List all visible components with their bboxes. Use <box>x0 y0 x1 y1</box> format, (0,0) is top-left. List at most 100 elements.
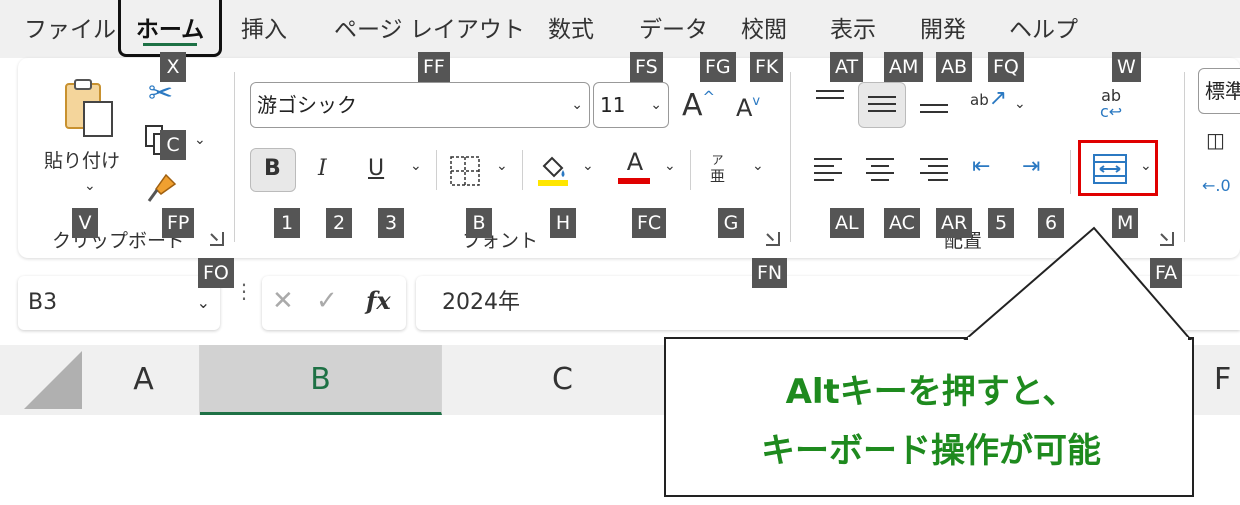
tab-view[interactable]: 表示 <box>830 10 876 44</box>
align-center-icon[interactable] <box>866 158 894 186</box>
tab-help[interactable]: ヘルプ <box>1009 10 1078 44</box>
keytip-cut: X <box>160 52 186 82</box>
group-separator <box>234 72 235 242</box>
keytip-grow-font: FG <box>700 52 736 82</box>
tab-file[interactable]: ファイル <box>24 10 116 44</box>
copy-dropdown-icon[interactable]: ⌄ <box>194 132 206 148</box>
keytip-increase-indent: 6 <box>1038 208 1064 238</box>
merge-center-highlight <box>1078 140 1158 196</box>
chevron-down-icon: ⌄ <box>650 97 662 113</box>
orientation-icon[interactable]: ab↗ <box>970 86 1007 111</box>
tab-review[interactable]: 校閲 <box>741 10 787 44</box>
column-header-c[interactable]: C <box>442 345 684 415</box>
keytip-font-size: FS <box>630 52 663 82</box>
name-box[interactable]: B3 ⌄ <box>18 276 220 330</box>
cancel-icon[interactable]: ✕ <box>272 286 294 316</box>
phonetic-top: ア <box>711 153 724 167</box>
border-icon[interactable] <box>448 154 482 188</box>
clipboard-launcher-icon[interactable] <box>210 232 224 246</box>
keytip-font-launcher: FN <box>752 258 788 288</box>
enter-icon[interactable]: ✓ <box>316 286 338 316</box>
orientation-dropdown-icon[interactable]: ⌄ <box>1014 96 1026 112</box>
fill-color-dropdown-icon[interactable]: ⌄ <box>582 158 594 174</box>
align-middle-icon <box>868 96 896 117</box>
keytip-clipboard-launcher: FO <box>198 258 234 288</box>
font-launcher-icon[interactable] <box>766 232 780 246</box>
keytip-font-color: FC <box>632 208 667 238</box>
keytip-font-name: FF <box>418 52 450 82</box>
keytip-phonetic: G <box>718 208 744 238</box>
keytip-orientation: FQ <box>988 52 1024 82</box>
group-separator <box>790 72 791 242</box>
alignment-launcher-icon[interactable] <box>1160 232 1174 246</box>
underline-button[interactable]: U <box>368 156 384 181</box>
tab-page-layout[interactable]: ページ レイアウト <box>334 10 525 44</box>
keytip-align-left: AL <box>830 208 864 238</box>
shrink-font-icon[interactable]: Av <box>736 94 760 122</box>
column-header-a[interactable]: A <box>88 345 200 415</box>
formula-input[interactable]: 2024年 <box>416 276 1240 330</box>
tab-insert[interactable]: 挿入 <box>241 10 287 44</box>
keytip-wrap-text: W <box>1112 52 1141 82</box>
button-separator <box>436 150 437 190</box>
chevron-down-icon: ⌄ <box>571 97 583 113</box>
more-options-icon[interactable]: ⋮ <box>234 281 254 301</box>
font-color-button[interactable]: A <box>618 148 652 186</box>
keytip-align-center: AC <box>884 208 920 238</box>
align-bottom-icon[interactable] <box>920 104 948 118</box>
keytip-align-middle: AM <box>884 52 924 82</box>
italic-button[interactable]: I <box>318 156 327 181</box>
font-color-swatch <box>618 178 650 184</box>
number-format-combobox[interactable]: 標準 <box>1198 68 1240 114</box>
tab-formulas[interactable]: 数式 <box>548 10 594 44</box>
grow-font-icon[interactable]: A^ <box>682 88 715 123</box>
group-separator <box>1184 72 1185 242</box>
keytip-merge-center: M <box>1112 208 1139 238</box>
phonetic-bottom: 亜 <box>710 167 726 185</box>
paste-button-label[interactable]: 貼り付け <box>44 146 120 173</box>
excel-window: ファイル ホーム 挿入 ページ レイアウト 数式 データ 校閲 表示 開発 ヘル… <box>0 0 1240 505</box>
tab-home[interactable]: ホーム <box>118 0 222 57</box>
font-size-combobox[interactable]: 11 ⌄ <box>593 82 669 128</box>
bold-icon: B <box>264 156 281 181</box>
phonetic-dropdown-icon[interactable]: ⌄ <box>752 158 764 174</box>
font-color-dropdown-icon[interactable]: ⌄ <box>664 158 676 174</box>
decrease-indent-icon[interactable]: ⇤ <box>972 154 990 179</box>
callout-line-2: キーボード操作が可能 <box>761 431 1101 471</box>
decimal-icon[interactable]: ←.0 <box>1202 176 1231 195</box>
column-header-b[interactable]: B <box>200 345 442 415</box>
align-right-icon[interactable] <box>920 158 948 186</box>
keytip-decrease-indent: 5 <box>988 208 1014 238</box>
insert-function-button[interactable]: fx <box>366 286 391 315</box>
paste-icon[interactable] <box>62 78 118 140</box>
keytip-italic: 2 <box>326 208 352 238</box>
phonetic-icon[interactable]: ア 亜 <box>710 152 725 184</box>
font-name-value: 游ゴシック <box>257 93 357 117</box>
align-left-icon[interactable] <box>814 158 842 186</box>
font-name-combobox[interactable]: 游ゴシック ⌄ <box>250 82 590 128</box>
name-box-value: B3 <box>28 290 58 315</box>
underline-dropdown-icon[interactable]: ⌄ <box>410 158 422 174</box>
formula-buttons: ✕ ✓ fx <box>262 276 406 330</box>
paste-dropdown-icon[interactable]: ⌄ <box>84 178 96 194</box>
select-all-corner[interactable] <box>0 345 88 415</box>
increase-indent-icon[interactable]: ⇥ <box>1022 154 1040 179</box>
button-separator <box>1070 150 1071 194</box>
button-separator <box>522 150 523 190</box>
callout-box: Altキーを押すと、 キーボード操作が可能 <box>664 337 1194 497</box>
keytip-bold: 1 <box>274 208 300 238</box>
wrap-text-icon[interactable]: ab c↩ <box>1100 88 1122 120</box>
column-header-f[interactable]: F <box>1200 345 1240 415</box>
keytip-alignment-launcher: FA <box>1150 258 1183 288</box>
tab-developer[interactable]: 開発 <box>920 10 966 44</box>
format-painter-icon[interactable] <box>146 172 178 204</box>
formula-value: 2024年 <box>442 290 520 315</box>
tab-home-underline <box>143 43 197 46</box>
fill-color-icon[interactable] <box>536 152 570 188</box>
keytip-align-right: AR <box>936 208 973 238</box>
align-top-icon[interactable] <box>816 90 844 104</box>
tab-data[interactable]: データ <box>639 10 708 44</box>
border-dropdown-icon[interactable]: ⌄ <box>496 158 508 174</box>
keytip-shrink-font: FK <box>750 52 784 82</box>
currency-icon[interactable]: ◫ <box>1206 128 1225 152</box>
